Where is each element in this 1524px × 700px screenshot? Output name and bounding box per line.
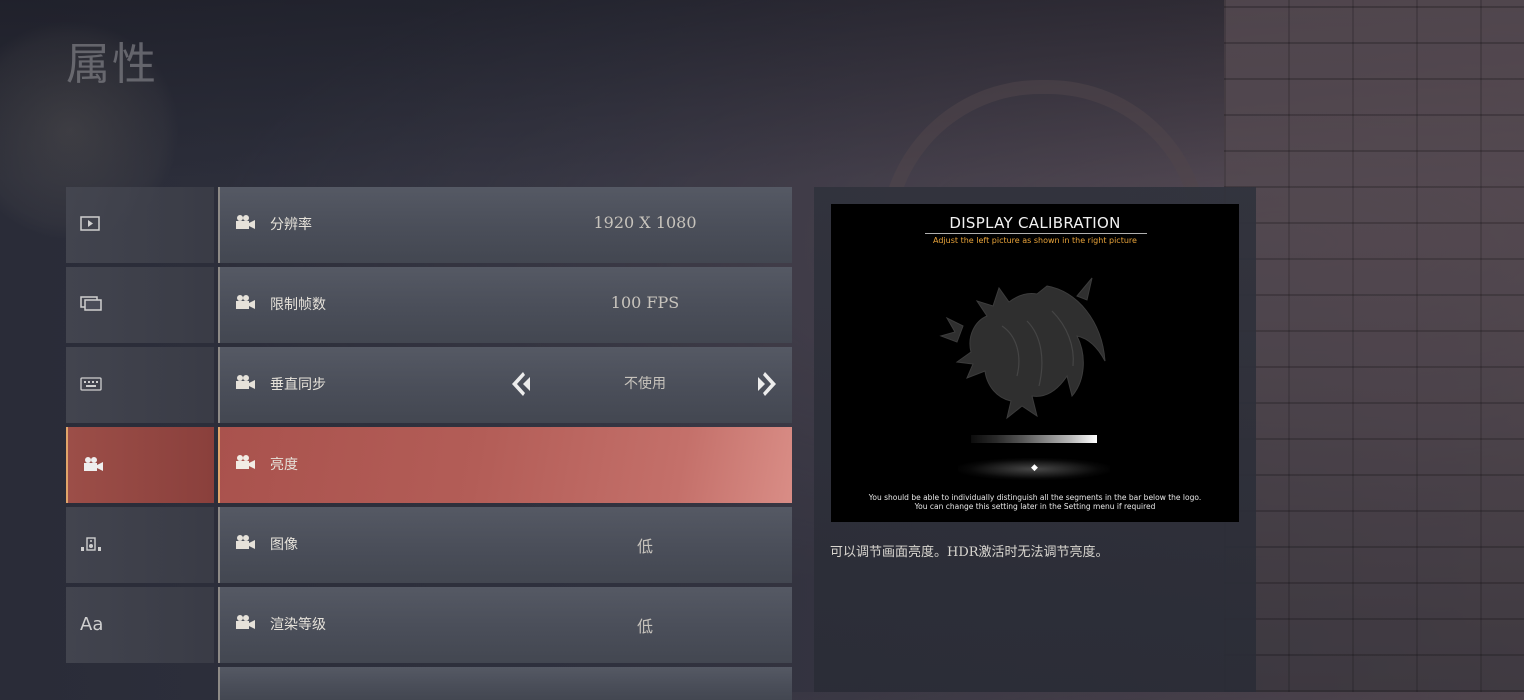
camera-icon xyxy=(234,374,256,394)
detail-panel: DISPLAY CALIBRATION Adjust the left pict… xyxy=(814,187,1256,692)
slider-diamond-icon: ◆ xyxy=(1031,463,1038,473)
speaker-icon xyxy=(80,536,102,555)
calibration-gradient-bar xyxy=(971,435,1097,443)
category-display[interactable] xyxy=(66,187,214,263)
camera-icon xyxy=(234,534,256,554)
setting-label: 分辨率 xyxy=(270,217,312,233)
settings-list: 分辨率 1920 X 1080 限制帧数 100 FPS 垂直同步 不使用 亮度… xyxy=(218,187,792,700)
camera-icon xyxy=(234,214,256,234)
setting-label: 图像 xyxy=(270,537,298,553)
category-audio[interactable] xyxy=(66,507,214,583)
setting-value: 低 xyxy=(636,617,653,636)
arrow-right-icon[interactable] xyxy=(754,371,778,397)
setting-label: 垂直同步 xyxy=(270,377,326,393)
calibration-title: DISPLAY CALIBRATION xyxy=(949,214,1121,232)
category-controls[interactable] xyxy=(66,347,214,423)
calibration-subtitle: Adjust the left picture as shown in the … xyxy=(933,236,1137,245)
page-title: 属性 xyxy=(66,39,158,90)
setting-row-frame-limit[interactable]: 限制帧数 100 FPS xyxy=(218,267,792,343)
setting-label: 渲染等级 xyxy=(270,617,326,633)
setting-label: 亮度 xyxy=(270,457,298,473)
setting-row-image[interactable]: 图像 低 xyxy=(218,507,792,583)
camera-icon xyxy=(82,456,104,475)
setting-value: 1920 X 1080 xyxy=(593,213,697,232)
font-icon: Aa xyxy=(80,614,104,635)
category-graphics[interactable] xyxy=(66,427,214,503)
setting-row-brightness[interactable]: 亮度 xyxy=(218,427,792,503)
keyboard-icon xyxy=(80,376,102,394)
camera-icon xyxy=(234,614,256,634)
setting-row-vsync[interactable]: 垂直同步 不使用 xyxy=(218,347,792,423)
setting-label: 限制帧数 xyxy=(270,297,326,313)
category-sidebar: Aa xyxy=(66,187,214,667)
setting-row-render-level[interactable]: 渲染等级 低 xyxy=(218,587,792,663)
category-font[interactable]: Aa xyxy=(66,587,214,663)
calibration-note: You should be able to individually disti… xyxy=(868,493,1202,502)
calibration-title-underline xyxy=(925,233,1147,234)
dragon-logo-icon xyxy=(939,277,1106,420)
setting-value: 低 xyxy=(636,537,653,556)
setting-row-next[interactable] xyxy=(218,667,792,700)
setting-row-resolution[interactable]: 分辨率 1920 X 1080 xyxy=(218,187,792,263)
setting-value: 100 FPS xyxy=(610,293,680,312)
calibration-preview: DISPLAY CALIBRATION Adjust the left pict… xyxy=(831,204,1239,522)
camera-icon xyxy=(234,294,256,314)
category-window[interactable] xyxy=(66,267,214,343)
window-icon xyxy=(80,296,102,314)
setting-description: 可以调节画面亮度。HDR激活时无法调节亮度。 xyxy=(830,545,1109,560)
castle-wall-background xyxy=(1224,0,1524,692)
camera-icon xyxy=(234,454,256,474)
calibration-note: You can change this setting later in the… xyxy=(914,502,1156,511)
display-icon xyxy=(80,216,100,234)
